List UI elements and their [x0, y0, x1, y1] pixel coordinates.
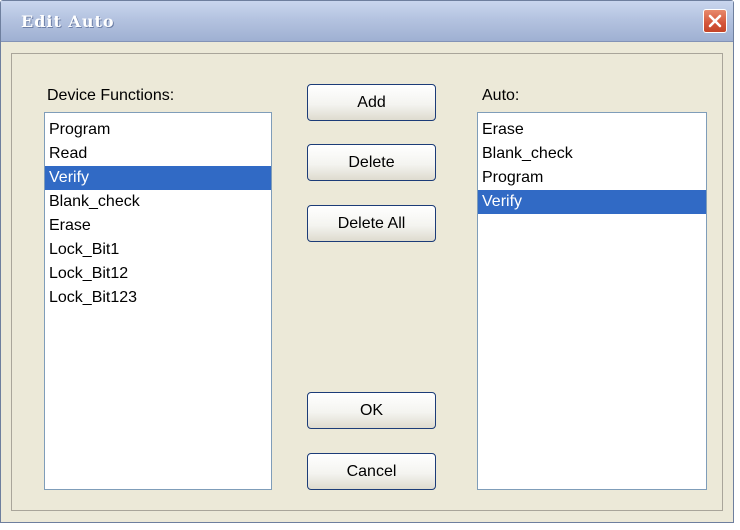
auto-listbox[interactable]: Erase Blank_check Program Verify	[477, 112, 707, 490]
delete-button[interactable]: Delete	[307, 144, 436, 181]
device-functions-listbox[interactable]: Program Read Verify Blank_check Erase Lock_Bi…	[44, 112, 272, 490]
add-button[interactable]: Add	[307, 84, 436, 121]
edit-auto-dialog: Edit Auto Device Functions: Program Read V…	[0, 0, 734, 523]
close-button[interactable]	[703, 9, 727, 33]
auto-label: Auto:	[482, 87, 520, 104]
list-item[interactable]: Lock_Bit1	[45, 238, 271, 262]
title-bar[interactable]: Edit Auto	[1, 1, 733, 42]
list-item[interactable]: Verify	[478, 190, 706, 214]
window-title: Edit Auto	[21, 12, 115, 31]
list-item[interactable]: Blank_check	[478, 142, 706, 166]
list-item[interactable]: Lock_Bit123	[45, 286, 271, 310]
list-item[interactable]: Erase	[478, 118, 706, 142]
list-item[interactable]: Lock_Bit12	[45, 262, 271, 286]
cancel-button[interactable]: Cancel	[307, 453, 436, 490]
close-icon	[708, 14, 722, 28]
device-functions-label: Device Functions:	[47, 87, 175, 104]
list-item[interactable]: Blank_check	[45, 190, 271, 214]
list-item[interactable]: Program	[478, 166, 706, 190]
delete-all-button[interactable]: Delete All	[307, 205, 436, 242]
list-item[interactable]: Erase	[45, 214, 271, 238]
ok-button[interactable]: OK	[307, 392, 436, 429]
list-item[interactable]: Verify	[45, 166, 271, 190]
list-item[interactable]: Read	[45, 142, 271, 166]
list-item[interactable]: Program	[45, 118, 271, 142]
